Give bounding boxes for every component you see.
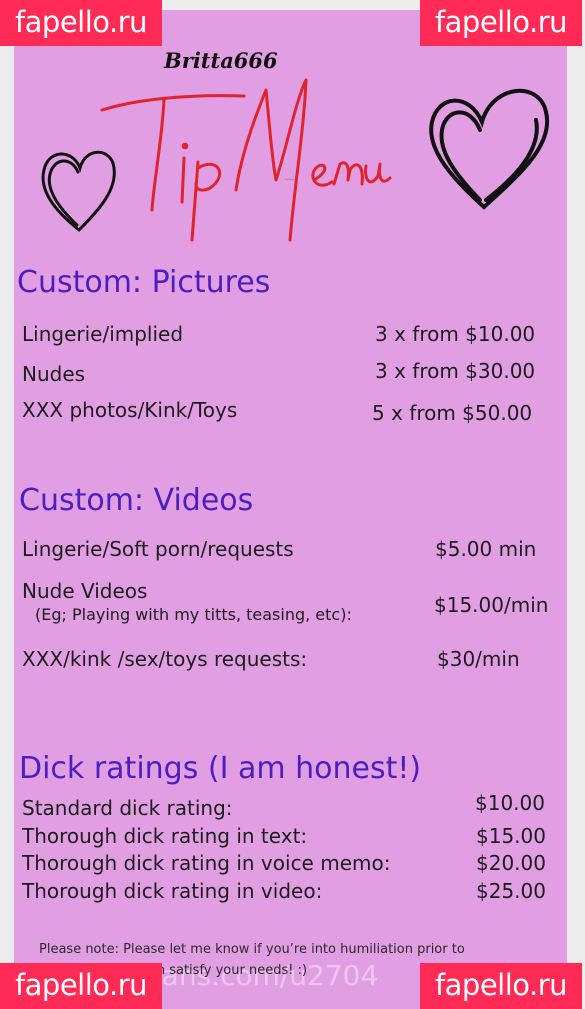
item-price: $25.00 (476, 879, 546, 903)
watermark-logo: fapello.ru (420, 0, 582, 46)
section-title-pictures: Custom: Pictures (17, 265, 271, 300)
item-name: Nude Videos (22, 579, 148, 603)
item-name: XXX/kink /sex/toys requests: (22, 647, 308, 671)
item-price: $10.00 (475, 791, 545, 815)
item-price: $15.00 (476, 824, 546, 848)
item-price: $15.00/min (434, 593, 549, 617)
item-name: Nudes (22, 362, 86, 386)
section-title-videos: Custom: Videos (19, 483, 254, 518)
watermark-logo: fapello.ru (420, 963, 582, 1009)
item-price: $30/min (437, 647, 520, 671)
heart-icon (429, 88, 550, 210)
item-price: 3 x from $10.00 (375, 322, 536, 346)
note-line: Please note: Please let me know if you’r… (39, 942, 465, 957)
tip-menu-card: Britta666 Tip Menu Custom: Pictures Ling… (14, 10, 567, 1009)
tip-menu-headline: Tip Menu (41, 78, 550, 242)
item-price: $5.00 min (435, 537, 537, 561)
headline-text: Tip Menu (285, 179, 295, 181)
script-title (100, 78, 392, 242)
item-name: Lingerie/Soft porn/requests (22, 537, 294, 561)
item-price: 3 x from $30.00 (375, 359, 536, 383)
item-name: XXX photos/Kink/Toys (22, 398, 238, 422)
section-title-ratings: Dick ratings (I am honest!) (19, 751, 422, 786)
item-price: 5 x from $50.00 (372, 401, 533, 425)
watermark-logo: fapello.ru (0, 0, 162, 46)
item-name: Thorough dick rating in text: (22, 824, 308, 848)
item-note: (Eg; Playing with my titts, teasing, etc… (35, 605, 352, 624)
item-price: $20.00 (476, 851, 546, 875)
watermark-logo: fapello.ru (0, 963, 162, 1009)
heart-icon (41, 150, 116, 233)
item-name: Standard dick rating: (22, 796, 233, 820)
item-name: Thorough dick rating in voice memo: (22, 851, 391, 875)
item-name: Lingerie/implied (22, 322, 184, 346)
item-name: Thorough dick rating in video: (22, 879, 323, 903)
